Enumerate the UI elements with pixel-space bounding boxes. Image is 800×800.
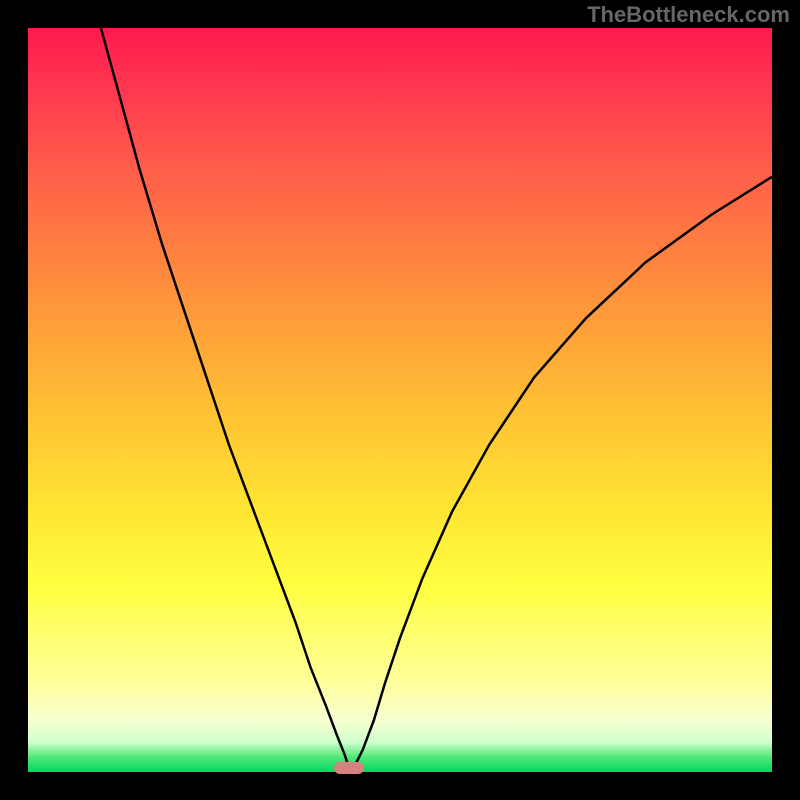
chart-plot-area [28, 28, 772, 772]
optimal-marker [334, 762, 364, 774]
chart-svg [28, 28, 772, 772]
watermark-text: TheBottleneck.com [587, 2, 790, 28]
bottleneck-curve [101, 28, 772, 770]
